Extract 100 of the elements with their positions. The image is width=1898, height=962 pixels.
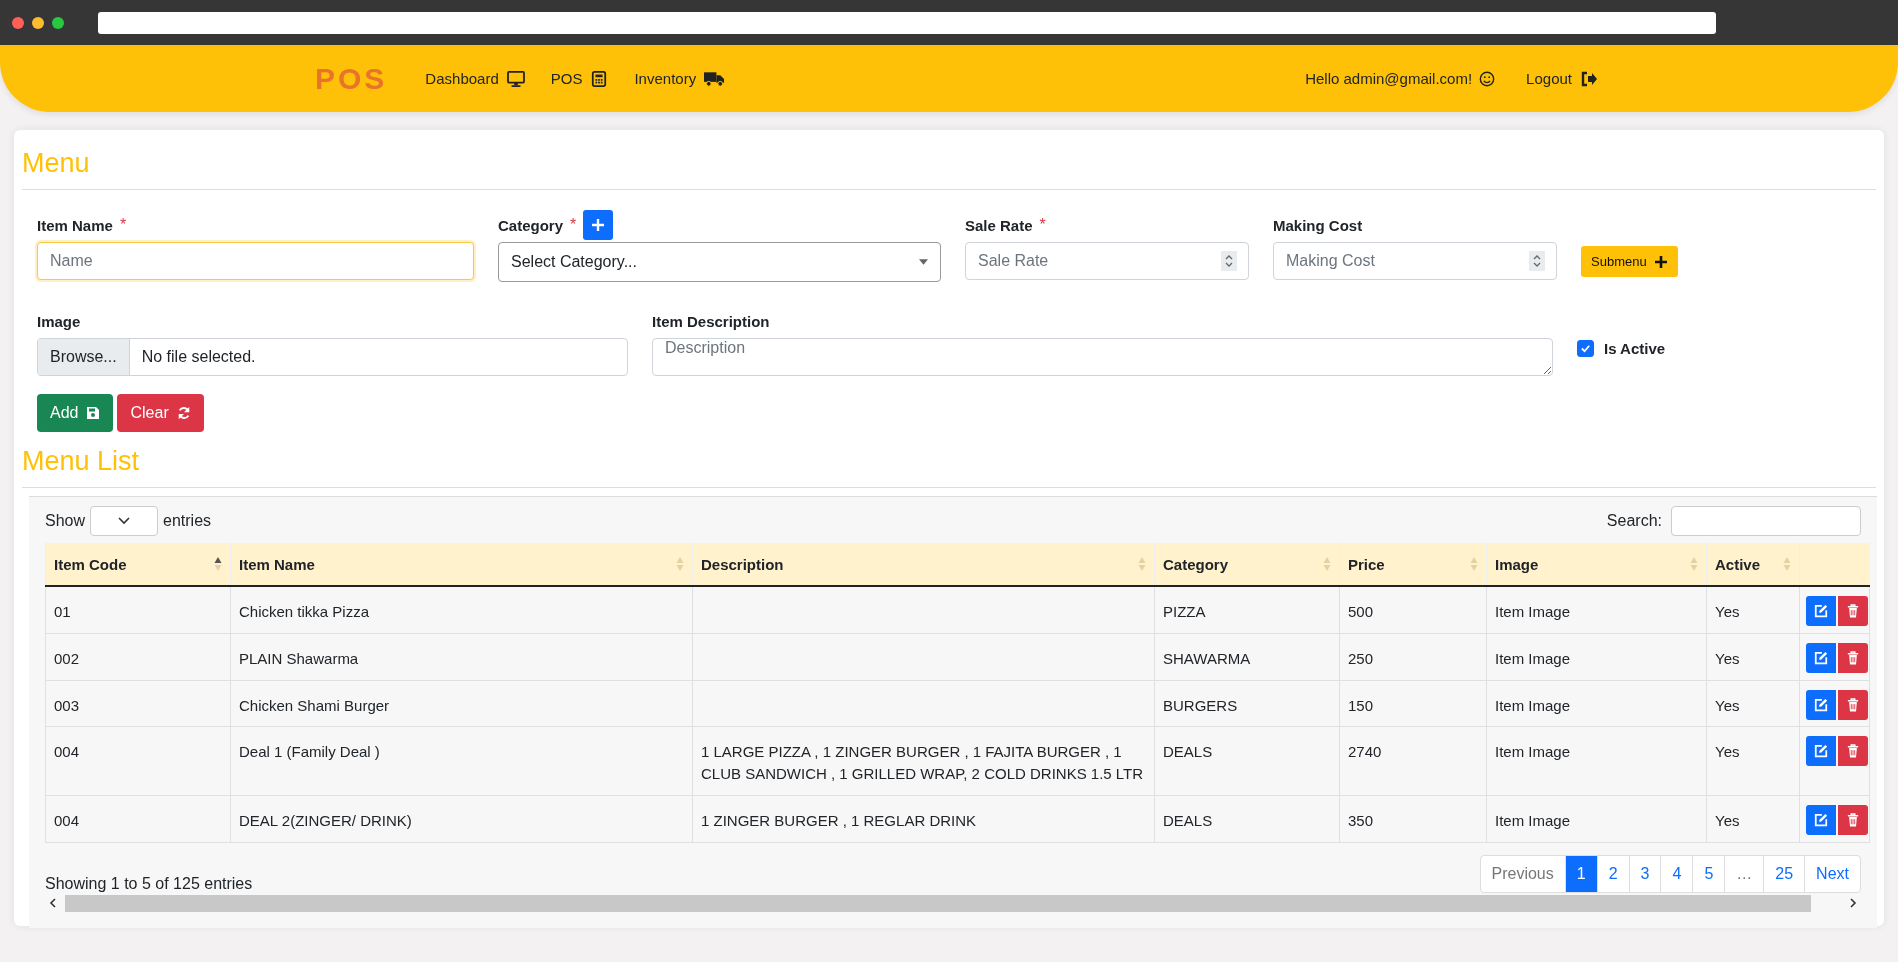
checkbox-label: Is Active — [1604, 340, 1666, 357]
pagination-button[interactable]: 25 — [1763, 855, 1805, 892]
delete-button[interactable] — [1838, 642, 1868, 673]
edit-button[interactable] — [1806, 596, 1836, 626]
table-cell: Chicken tikka Pizza — [239, 603, 370, 620]
table-cell: DEAL 2(ZINGER/ DRINK) — [239, 811, 412, 829]
field-label: Sale Rate — [965, 216, 1033, 234]
save-icon — [86, 406, 101, 420]
table-cell: Item Image — [1495, 696, 1571, 714]
edit-icon — [1814, 604, 1828, 618]
monitor-icon — [506, 70, 525, 87]
pagination-button[interactable]: 1 — [1564, 855, 1597, 892]
field-label: Making Cost — [1273, 216, 1363, 234]
field-label: Category — [498, 216, 564, 234]
nav-link[interactable]: POS — [550, 70, 609, 87]
table-cell: Yes — [1715, 811, 1740, 829]
search-field[interactable] — [1671, 506, 1861, 536]
table-cell: Item Image — [1495, 811, 1571, 829]
edit-button[interactable] — [1806, 689, 1836, 720]
address-bar[interactable] — [98, 11, 1716, 34]
field-label: Image — [37, 312, 81, 330]
edit-button[interactable] — [1806, 642, 1836, 673]
category-select[interactable]: Select Category... — [498, 242, 941, 282]
number-input[interactable]: Sale Rate — [965, 242, 1249, 280]
nav-link[interactable]: Inventory — [634, 70, 726, 87]
calculator-icon — [590, 70, 609, 87]
maximize-dot-icon[interactable] — [52, 16, 64, 29]
table-cell: 002 — [54, 649, 80, 667]
edit-icon — [1814, 812, 1828, 827]
table-cell: Yes — [1715, 603, 1740, 620]
minimize-dot-icon[interactable] — [32, 16, 44, 29]
field-label: Item Description — [652, 312, 770, 330]
table-cell: Deal 1 (Family Deal ) — [239, 743, 380, 761]
column-header[interactable]: Description — [692, 543, 1155, 586]
column-header[interactable]: Category — [1154, 543, 1340, 586]
edit-button[interactable] — [1806, 804, 1836, 835]
column-header[interactable]: Active — [1706, 543, 1800, 586]
greeting-text: Hello admin@gmail.com! — [1305, 70, 1473, 87]
section-title: Menu — [22, 148, 91, 179]
add-button[interactable]: Add — [37, 394, 114, 432]
table-cell: Item Image — [1495, 603, 1571, 620]
table-cell: Item Image — [1495, 649, 1571, 667]
text-input[interactable]: Name — [37, 242, 474, 280]
smiley-icon — [1478, 70, 1497, 87]
delete-button[interactable] — [1838, 804, 1868, 835]
delete-button[interactable] — [1838, 596, 1868, 626]
checkbox[interactable] — [1577, 340, 1594, 357]
delete-button[interactable] — [1838, 736, 1868, 767]
delete-button[interactable] — [1838, 689, 1868, 720]
table-cell: 004 — [54, 743, 80, 761]
truck-icon — [704, 70, 726, 87]
spinner-arrows-icon[interactable] — [1529, 251, 1545, 271]
logout-link[interactable]: Logout — [1526, 70, 1598, 87]
section-title: Menu List — [22, 446, 141, 477]
trash-icon — [1847, 650, 1859, 665]
trash-icon — [1847, 744, 1859, 759]
number-input[interactable]: Making Cost — [1273, 242, 1557, 280]
chevron-right-icon[interactable] — [1849, 898, 1857, 908]
table-cell: BURGERS — [1163, 696, 1238, 714]
table-cell: 01 — [54, 603, 71, 620]
trash-icon — [1847, 812, 1859, 827]
table-cell: Item Image — [1495, 743, 1571, 761]
table-cell: 150 — [1348, 696, 1374, 714]
pagination-button[interactable]: 4 — [1660, 855, 1693, 892]
submenu-button[interactable]: Submenu — [1581, 246, 1678, 277]
table-cell: 1 LARGE PIZZA , 1 ZINGER BURGER , 1 FAJITA BURGER , 1 CLUB SANDWICH , 1 GRILLED WRAP, 2 COLD DRINKS 1.5 LTR — [701, 743, 1144, 782]
table-cell: 500 — [1348, 603, 1374, 620]
column-header[interactable]: Price — [1339, 543, 1487, 586]
table-cell: Yes — [1715, 743, 1740, 761]
description-textarea[interactable]: Description — [652, 338, 1553, 376]
file-input[interactable]: Browse... No file selected. — [37, 338, 628, 376]
table-cell: 004 — [54, 811, 80, 829]
clear-button[interactable]: Clear — [117, 394, 204, 432]
add-category-button[interactable] — [583, 210, 614, 240]
close-dot-icon[interactable] — [12, 16, 24, 29]
edit-button[interactable] — [1806, 736, 1836, 767]
chevron-left-icon[interactable] — [49, 898, 57, 908]
pagination-button[interactable]: Next — [1804, 855, 1860, 892]
edit-icon — [1814, 744, 1828, 759]
column-header[interactable]: Item Name — [230, 543, 693, 586]
column-header[interactable]: Item Code — [45, 543, 231, 586]
column-header[interactable]: Image — [1486, 543, 1707, 586]
required-marker: * — [119, 216, 127, 234]
pagination-button[interactable]: 2 — [1596, 855, 1629, 892]
table-cell: 003 — [54, 696, 80, 714]
pagination-button[interactable]: 3 — [1628, 855, 1661, 892]
table-cell: SHAWARMA — [1163, 649, 1251, 667]
spinner-arrows-icon[interactable] — [1221, 251, 1237, 271]
caret-down-icon — [919, 259, 928, 265]
table-info-text: Showing 1 to 5 of 125 entries — [45, 874, 253, 893]
pagination-button[interactable]: 5 — [1692, 855, 1725, 892]
sign-out-icon — [1580, 70, 1598, 87]
table-cell: Chicken Shami Burger — [239, 696, 390, 714]
edit-icon — [1814, 650, 1828, 665]
plus-icon — [1653, 254, 1668, 269]
nav-link[interactable]: Dashboard — [425, 70, 525, 87]
entries-label: entries — [163, 512, 212, 530]
table-cell: 1 ZINGER BURGER , 1 REGLAR DRINK — [701, 811, 977, 829]
field-label: Item Name — [37, 216, 113, 234]
table-cell: 350 — [1348, 811, 1374, 829]
